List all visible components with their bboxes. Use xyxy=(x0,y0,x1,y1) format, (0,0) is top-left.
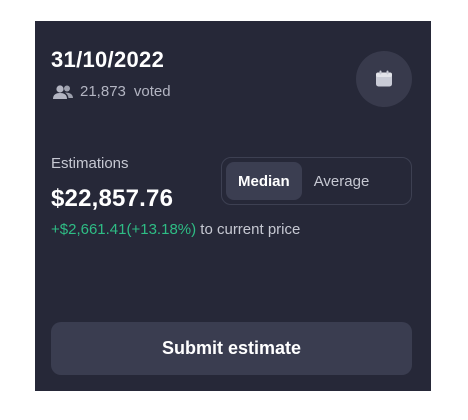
price-change-value: +$2,661.41(+13.18%) xyxy=(51,221,197,238)
submit-estimate-button[interactable]: Submit estimate xyxy=(51,322,412,375)
voted-info: 21,873 voted xyxy=(52,83,171,100)
estimate-card: 31/10/2022 21,873 voted Estimations $22,… xyxy=(35,21,431,391)
toggle-median[interactable]: Median xyxy=(226,162,302,200)
price-change-suffix: to current price xyxy=(200,221,301,238)
voted-label: voted xyxy=(133,83,171,100)
users-icon xyxy=(52,84,74,100)
calendar-button[interactable] xyxy=(356,51,412,107)
voted-count: 21,873 xyxy=(80,83,126,100)
estimate-date: 31/10/2022 xyxy=(51,47,165,72)
calendar-icon xyxy=(376,70,392,87)
estimations-label: Estimations xyxy=(51,155,129,172)
median-average-toggle: Median Average xyxy=(221,157,412,205)
price-change: +$2,661.41(+13.18%) to current price xyxy=(51,221,300,238)
estimation-value: $22,857.76 xyxy=(51,185,174,212)
toggle-average[interactable]: Average xyxy=(302,162,382,200)
